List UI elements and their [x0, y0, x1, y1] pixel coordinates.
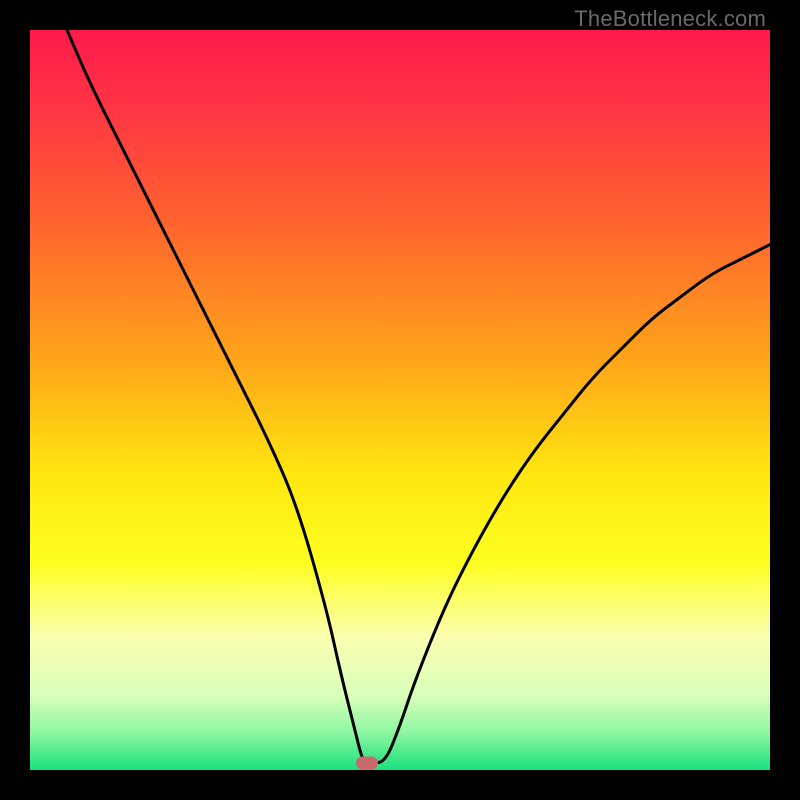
watermark-text: TheBottleneck.com — [574, 6, 766, 32]
optimal-marker — [356, 756, 378, 769]
plot-area — [30, 30, 770, 770]
bottleneck-curve — [30, 30, 770, 770]
chart-frame: TheBottleneck.com — [0, 0, 800, 800]
